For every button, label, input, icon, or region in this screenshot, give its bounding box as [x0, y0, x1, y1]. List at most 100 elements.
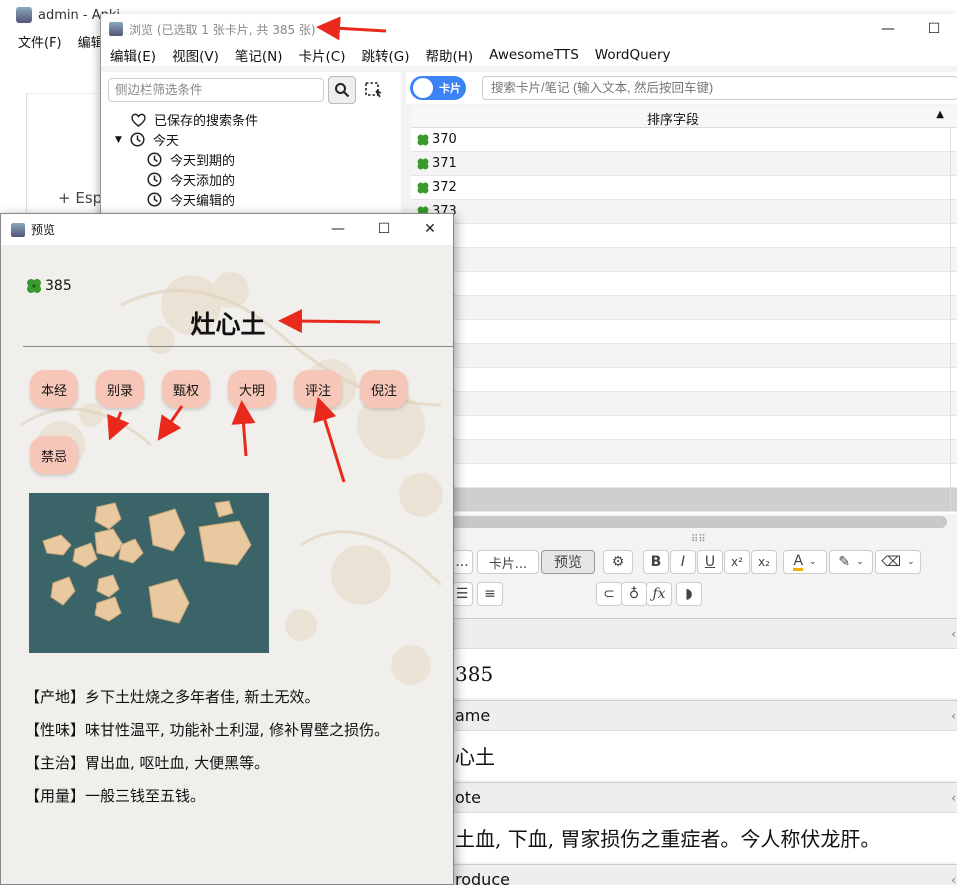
table-row[interactable]	[411, 488, 957, 512]
maximize-button[interactable]: ☐	[361, 214, 407, 244]
table-row[interactable]: 372	[411, 176, 957, 200]
table-row[interactable]	[411, 248, 957, 272]
tag-button-benjing[interactable]: 本经	[30, 370, 78, 408]
cards-notes-toggle[interactable]: 卡片	[410, 76, 466, 100]
table-row[interactable]: 371	[411, 152, 957, 176]
expand-arrow-icon[interactable]: ▼	[115, 135, 122, 145]
table-row[interactable]	[411, 464, 957, 488]
row-next-column-cell	[950, 488, 957, 512]
superscript-button[interactable]: x²	[724, 550, 750, 574]
subscript-button[interactable]: x₂	[751, 550, 777, 574]
menu-edit[interactable]: 编辑(E)	[110, 45, 156, 65]
align-button[interactable]: ☰	[451, 582, 473, 606]
clover-icon	[417, 134, 429, 145]
table-row[interactable]	[411, 368, 957, 392]
card-search-input[interactable]	[482, 76, 957, 100]
tag-button-daming[interactable]: 大明	[228, 370, 276, 408]
close-button[interactable]: ✕	[407, 214, 453, 244]
menu-notes[interactable]: 笔记(N)	[235, 45, 283, 65]
math-button[interactable]: ƒx	[646, 582, 672, 606]
preview-window-title: 预览	[31, 223, 56, 237]
tag-button-bielu[interactable]: 别录	[96, 370, 144, 408]
attach-button[interactable]: ⊂	[596, 582, 622, 606]
underline-button[interactable]: U	[697, 550, 723, 574]
record-audio-button[interactable]: ♁	[621, 582, 647, 606]
sidebar-item-edited-today[interactable]: 今天编辑的	[147, 190, 235, 209]
sidebar-item-due-today[interactable]: 今天到期的	[147, 150, 235, 169]
column-header-sort-field[interactable]: 排序字段	[647, 109, 699, 128]
table-row[interactable]	[411, 416, 957, 440]
minimize-button[interactable]: —	[865, 14, 911, 44]
sidebar-item-today[interactable]: ▼ 今天	[115, 130, 179, 149]
menu-awesometts[interactable]: AwesomeTTS	[489, 47, 579, 63]
field-input-name[interactable]: 心土	[453, 730, 957, 780]
sidebar-search-input[interactable]	[108, 78, 324, 102]
sidebar-item-label: 今天编辑的	[170, 194, 236, 209]
field-name: ame	[455, 706, 491, 725]
menu-help[interactable]: 帮助(H)	[425, 45, 473, 65]
sidebar-item-added-today[interactable]: 今天添加的	[147, 170, 235, 189]
deck-item[interactable]: + Esp	[58, 189, 102, 207]
maximize-button[interactable]: ☐	[911, 14, 957, 44]
row-next-column-cell	[950, 248, 957, 272]
tag-button-jinji[interactable]: 禁忌	[30, 436, 78, 474]
row-sort-value: 371	[432, 156, 457, 171]
field-input-note[interactable]: 土血, 下血, 胃家损伤之重症者。今人称伏龙肝。	[453, 812, 957, 862]
collapse-icon[interactable]: ‹	[951, 627, 956, 641]
table-row[interactable]: 370	[411, 128, 957, 152]
highlighter-icon: ✎	[838, 554, 851, 570]
sidebar-item-saved-searches[interactable]: 已保存的搜索条件	[131, 110, 258, 129]
table-row[interactable]: 373	[411, 200, 957, 224]
fields-button[interactable]: ...	[451, 550, 473, 574]
row-next-column-cell	[950, 272, 957, 296]
clover-icon	[417, 182, 429, 193]
table-row[interactable]	[411, 320, 957, 344]
align-button-2[interactable]: ≡	[477, 582, 503, 606]
text-color-button[interactable]: A ⌄	[783, 550, 827, 574]
row-next-column-cell	[950, 224, 957, 248]
menu-view[interactable]: 视图(V)	[172, 45, 219, 65]
splitter-handle[interactable]: ⠿⠿	[691, 534, 706, 545]
tag-button-nizhu[interactable]: 倪注	[360, 370, 408, 408]
table-row[interactable]	[411, 224, 957, 248]
tag-button-pingzhu[interactable]: 评注	[294, 370, 342, 408]
table-header[interactable]: 排序字段 ▲	[411, 106, 957, 128]
awesometts-button[interactable]: ◗	[676, 582, 702, 606]
collapse-icon[interactable]: ‹	[951, 873, 956, 885]
minimize-button[interactable]: —	[315, 214, 361, 244]
menu-wordquery[interactable]: WordQuery	[595, 47, 671, 63]
italic-button[interactable]: I	[670, 550, 696, 574]
settings-button[interactable]: ⚙	[603, 550, 633, 574]
table-row[interactable]	[411, 344, 957, 368]
cards-button[interactable]: 卡片...	[477, 550, 539, 574]
align-left-icon: ☰	[455, 586, 469, 602]
field-header-produce[interactable]: roduce ‹	[453, 864, 957, 885]
anki-app-icon	[109, 22, 123, 36]
field-input-sort[interactable]: 385	[453, 648, 957, 698]
eraser-button[interactable]: ⌫ ⌄	[875, 550, 921, 574]
sidebar-search-button[interactable]	[328, 76, 356, 104]
toggle-label: 卡片	[439, 82, 461, 95]
collapse-icon[interactable]: ‹	[951, 709, 956, 723]
menu-go[interactable]: 跳转(G)	[361, 45, 409, 65]
table-row[interactable]	[411, 440, 957, 464]
menu-cards[interactable]: 卡片(C)	[299, 45, 346, 65]
table-row[interactable]	[411, 296, 957, 320]
row-next-column-cell	[950, 176, 957, 200]
clock-icon	[147, 152, 162, 167]
highlight-button[interactable]: ✎ ⌄	[829, 550, 873, 574]
tag-button-zhenquan[interactable]: 甄权	[162, 370, 210, 408]
table-row[interactable]	[411, 272, 957, 296]
menu-file[interactable]: 文件(F)	[18, 32, 62, 54]
collapse-icon[interactable]: ‹	[951, 791, 956, 805]
field-header-name[interactable]: ame ‹	[453, 700, 957, 730]
function-icon: ƒx	[652, 586, 666, 602]
row-sort-value: 372	[432, 180, 457, 195]
field-header-sort[interactable]: ‹	[453, 618, 957, 648]
select-mode-button[interactable]	[363, 80, 383, 100]
table-row[interactable]	[411, 392, 957, 416]
field-header-note[interactable]: ote ‹	[453, 782, 957, 812]
horizontal-scrollbar[interactable]	[411, 516, 947, 528]
preview-button[interactable]: 预览	[541, 550, 595, 574]
bold-button[interactable]: B	[643, 550, 669, 574]
